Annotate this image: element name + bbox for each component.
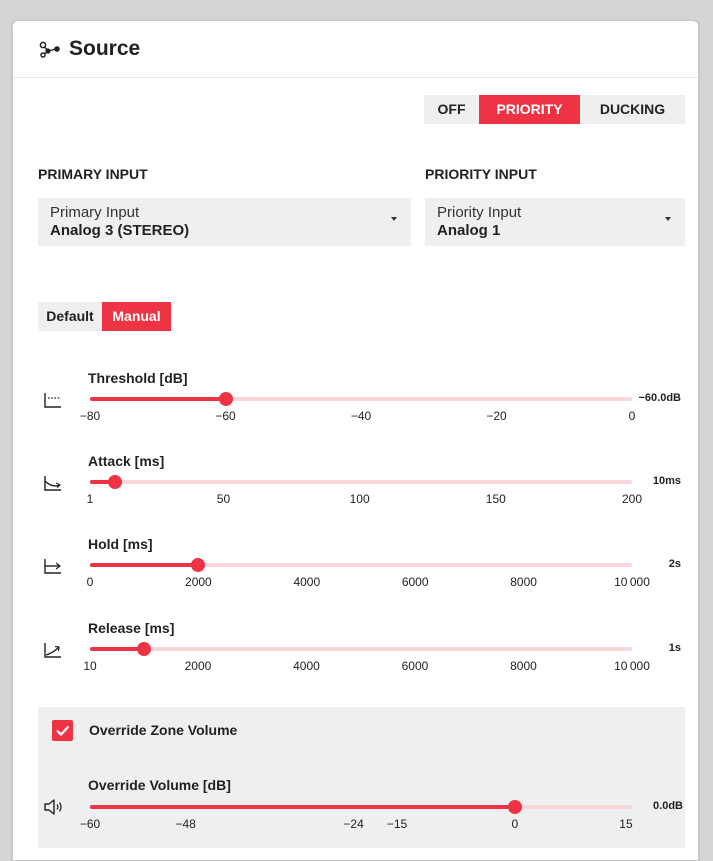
nodes-icon bbox=[39, 40, 61, 58]
tick-label: 8000 bbox=[510, 659, 537, 673]
release-slider-group: Release [ms] 1s 10 2000 4000 6000 8000 10 000 bbox=[43, 620, 693, 690]
override-zone-volume-label: Override Zone Volume bbox=[89, 722, 238, 738]
attack-slider-group: Attack [ms] 10ms 1 50 100 150 200 bbox=[43, 453, 693, 523]
tick-label: 200 bbox=[621, 492, 643, 506]
primary-input-select[interactable]: Primary Input Analog 3 (STEREO) bbox=[38, 198, 411, 246]
mode-off-button[interactable]: OFF bbox=[424, 95, 479, 124]
tick-label: 100 bbox=[349, 492, 370, 506]
tick-label: 2000 bbox=[184, 659, 212, 673]
tick-label: −15 bbox=[386, 817, 408, 831]
threshold-title: Threshold [dB] bbox=[88, 370, 188, 386]
override-volume-slider-fill bbox=[90, 805, 515, 809]
attack-value: 10ms bbox=[652, 475, 681, 487]
hold-slider[interactable] bbox=[90, 558, 632, 572]
chevron-down-icon bbox=[391, 217, 397, 221]
priority-input-label: Priority Input bbox=[437, 204, 522, 221]
tick-label: 4000 bbox=[293, 659, 320, 673]
preset-default-button[interactable]: Default bbox=[38, 302, 102, 331]
hold-slider-group: Hold [ms] 2s 0 2000 4000 6000 8000 10 000 bbox=[43, 536, 693, 606]
threshold-value: −60.0dB bbox=[638, 392, 682, 404]
override-volume-tick-labels: −60 −48 −24 −15 0 15 bbox=[80, 817, 633, 831]
preset-toggle: Default Manual bbox=[38, 302, 171, 331]
release-value: 1s bbox=[668, 642, 681, 654]
checkmark-icon bbox=[56, 725, 70, 737]
tick-label: 10 000 bbox=[614, 659, 650, 673]
tick-label: 0 bbox=[86, 575, 94, 589]
tick-label: 0 bbox=[511, 817, 519, 831]
tick-label: 0 bbox=[628, 409, 636, 423]
tick-label: −40 bbox=[350, 409, 372, 423]
priority-input-heading: PRIORITY INPUT bbox=[425, 166, 537, 182]
tick-label: −20 bbox=[486, 409, 507, 423]
override-zone-volume-section: Override Zone Volume Override Volume [dB… bbox=[38, 707, 685, 848]
threshold-icon bbox=[43, 390, 63, 410]
tick-label: −60 bbox=[215, 409, 236, 423]
hold-slider-fill bbox=[90, 563, 199, 567]
override-volume-title: Override Volume [dB] bbox=[88, 777, 231, 793]
tick-label: 6000 bbox=[401, 659, 429, 673]
release-tick-labels: 10 2000 4000 6000 8000 10 000 bbox=[83, 659, 650, 673]
chevron-down-icon bbox=[665, 217, 671, 221]
hold-title: Hold [ms] bbox=[88, 536, 153, 552]
tick-label: 10 000 bbox=[614, 575, 650, 589]
tick-label: 50 bbox=[216, 492, 231, 506]
hold-icon bbox=[43, 556, 63, 576]
threshold-tick-labels: −80 −60 −40 −20 0 bbox=[80, 409, 636, 423]
release-slider-fill bbox=[90, 647, 144, 651]
attack-slider[interactable] bbox=[90, 475, 632, 489]
mode-selector: OFF PRIORITY DUCKING bbox=[424, 95, 685, 124]
tick-label: −60 bbox=[79, 817, 101, 831]
tick-label: 150 bbox=[485, 492, 506, 506]
tick-label: 10 bbox=[83, 659, 97, 673]
hold-tick-labels: 0 2000 4000 6000 8000 10 000 bbox=[86, 575, 650, 589]
panel-header: Source bbox=[13, 21, 698, 78]
priority-input-select[interactable]: Priority Input Analog 1 bbox=[425, 198, 685, 246]
release-slider[interactable] bbox=[90, 642, 632, 656]
speaker-icon bbox=[43, 797, 63, 817]
priority-input-value: Analog 1 bbox=[437, 222, 501, 239]
preset-manual-button[interactable]: Manual bbox=[102, 302, 171, 331]
release-slider-thumb[interactable] bbox=[136, 642, 151, 656]
override-zone-volume-checkbox[interactable] bbox=[52, 720, 73, 741]
threshold-slider-fill bbox=[90, 397, 226, 401]
page-title: Source bbox=[69, 37, 141, 60]
primary-input-heading: PRIMARY INPUT bbox=[38, 166, 148, 182]
override-volume-value: 0.0dB bbox=[653, 800, 683, 812]
tick-label: 15 bbox=[619, 817, 633, 831]
release-icon bbox=[43, 640, 63, 660]
threshold-slider-thumb[interactable] bbox=[218, 392, 233, 406]
source-panel: Source OFF PRIORITY DUCKING PRIMARY INPU… bbox=[12, 20, 699, 861]
threshold-slider[interactable] bbox=[90, 392, 632, 406]
attack-icon bbox=[43, 473, 63, 493]
hold-slider-thumb[interactable] bbox=[191, 558, 206, 572]
primary-input-label: Primary Input bbox=[50, 204, 140, 221]
override-volume-slider-thumb[interactable] bbox=[507, 800, 522, 814]
mode-priority-button[interactable]: PRIORITY bbox=[479, 95, 580, 124]
tick-label: −24 bbox=[343, 817, 364, 831]
mode-ducking-button[interactable]: DUCKING bbox=[580, 95, 685, 124]
tick-label: 2000 bbox=[185, 575, 212, 589]
primary-input-value: Analog 3 (STEREO) bbox=[50, 222, 190, 239]
override-volume-slider-group: Override Volume [dB] 0.0dB −60 −48 −24 −15 0… bbox=[43, 777, 693, 847]
release-title: Release [ms] bbox=[88, 620, 175, 636]
attack-tick-labels: 1 50 100 150 200 bbox=[86, 492, 642, 506]
attack-slider-thumb[interactable] bbox=[107, 475, 122, 489]
tick-label: 1 bbox=[86, 492, 94, 506]
tick-label: 6000 bbox=[401, 575, 429, 589]
attack-title: Attack [ms] bbox=[88, 453, 165, 469]
override-volume-slider[interactable] bbox=[90, 800, 632, 814]
tick-label: −80 bbox=[79, 409, 101, 423]
tick-label: 4000 bbox=[293, 575, 321, 589]
hold-value: 2s bbox=[668, 558, 681, 570]
tick-label: 8000 bbox=[510, 575, 537, 589]
tick-label: −48 bbox=[175, 817, 196, 831]
threshold-slider-group: Threshold [dB] −60.0dB −80 −60 −40 −20 0 bbox=[43, 370, 693, 440]
